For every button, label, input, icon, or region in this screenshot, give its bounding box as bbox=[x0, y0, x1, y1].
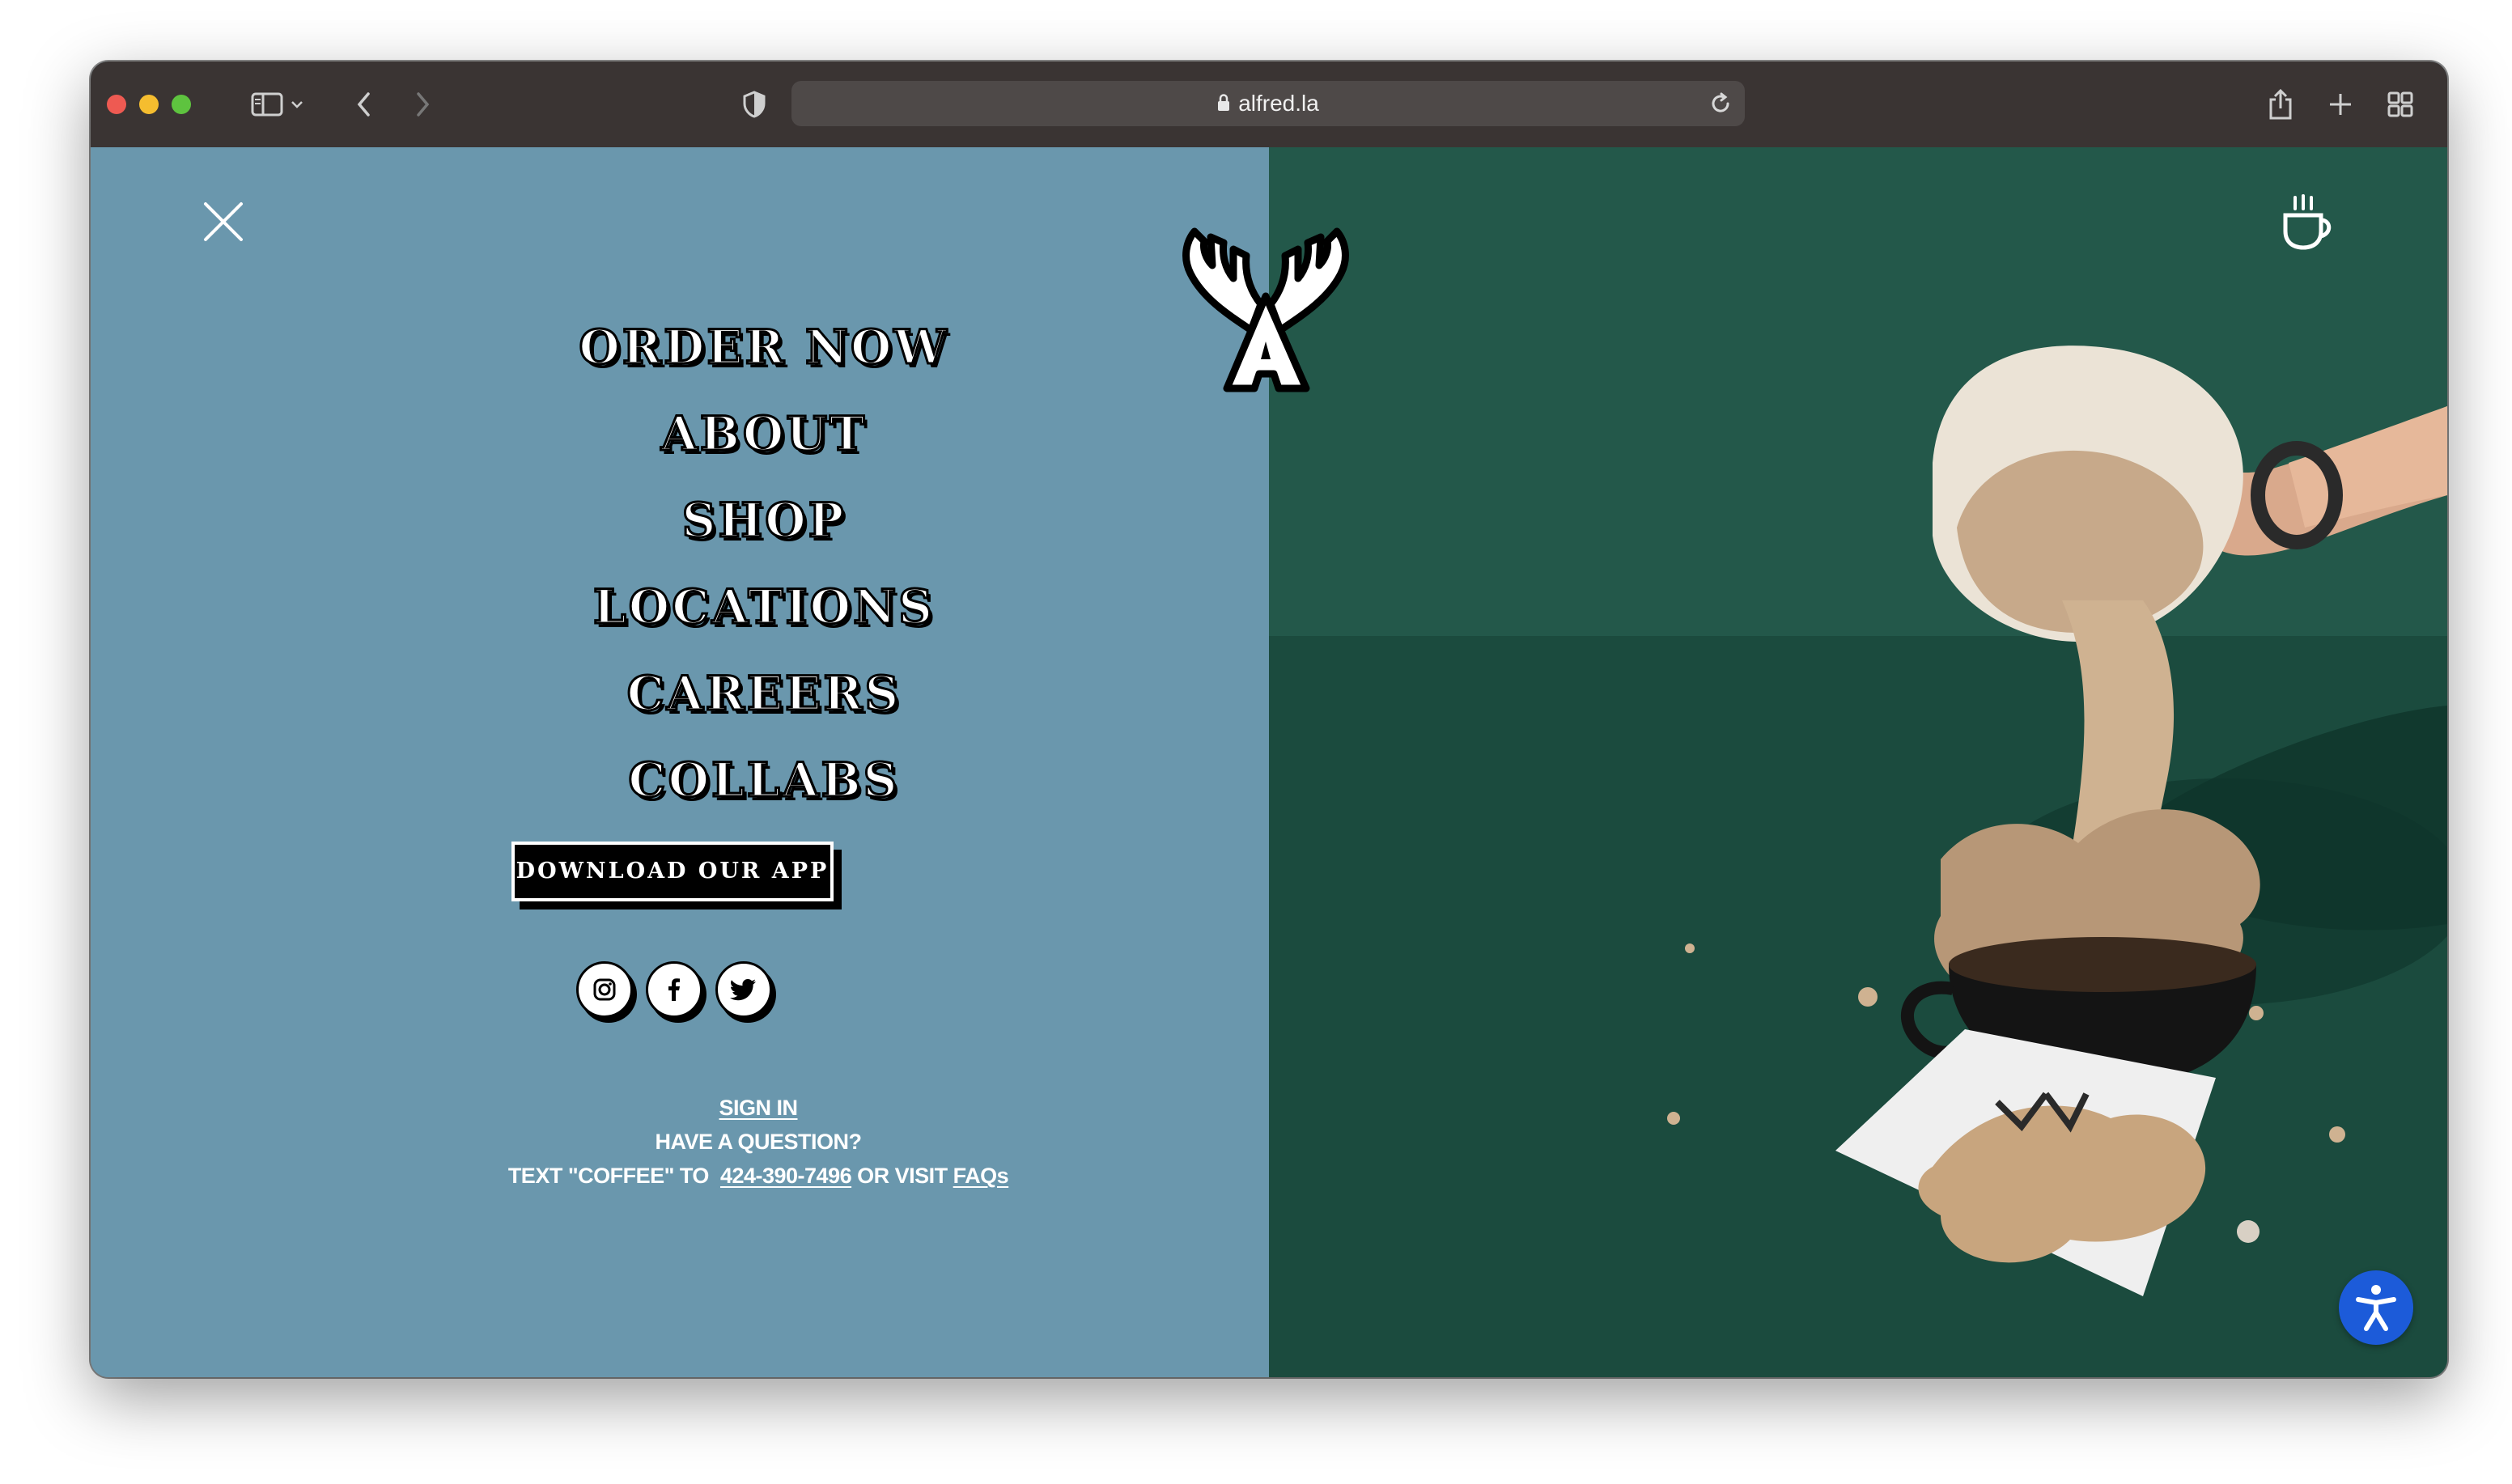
phone-link[interactable]: 424-390-7496 bbox=[720, 1164, 852, 1188]
menu-item-about[interactable]: ABOUT bbox=[660, 391, 867, 477]
shield-icon[interactable] bbox=[733, 83, 775, 125]
text-prefix: TEXT "COFFEE" TO bbox=[507, 1164, 710, 1188]
menu-item-collabs[interactable]: COLLABS bbox=[627, 737, 899, 824]
chevron-down-icon[interactable] bbox=[285, 83, 309, 125]
url-text: alfred.la bbox=[1238, 91, 1319, 116]
address-bar[interactable]: alfred.la bbox=[791, 81, 1745, 126]
menu-item-careers[interactable]: CAREERS bbox=[626, 651, 902, 737]
browser-toolbar: alfred.la bbox=[91, 61, 2447, 147]
url-display: alfred.la bbox=[791, 81, 1745, 126]
instagram-icon bbox=[593, 978, 616, 1001]
twitter-icon bbox=[730, 979, 756, 1001]
forward-icon[interactable] bbox=[401, 83, 443, 125]
share-icon[interactable] bbox=[2260, 83, 2302, 125]
window-minimize-button[interactable] bbox=[139, 95, 159, 114]
browser-window: alfred.la ORDER NOW ABOUT SHOP LOCATIONS… bbox=[91, 61, 2447, 1377]
menu-item-locations[interactable]: LOCATIONS bbox=[592, 564, 935, 651]
faqs-link[interactable]: FAQs bbox=[953, 1164, 1009, 1188]
coffee-cup-cart-icon[interactable] bbox=[2276, 191, 2337, 256]
contact-line: TEXT "COFFEE" TO 424-390-7496 OR VISIT F… bbox=[333, 1159, 1183, 1193]
close-icon[interactable] bbox=[199, 197, 248, 246]
sign-in-link[interactable]: SIGN IN bbox=[719, 1096, 798, 1120]
menu-item-shop[interactable]: SHOP bbox=[681, 477, 847, 564]
instagram-link[interactable] bbox=[576, 961, 633, 1018]
window-maximize-button[interactable] bbox=[172, 95, 191, 114]
new-tab-icon[interactable] bbox=[2319, 83, 2361, 125]
lock-icon bbox=[1218, 93, 1230, 111]
back-icon[interactable] bbox=[343, 83, 385, 125]
question-text: HAVE A QUESTION? bbox=[655, 1130, 862, 1154]
window-close-button[interactable] bbox=[107, 95, 126, 114]
alfred-antler-logo[interactable] bbox=[1170, 209, 1361, 400]
twitter-link[interactable] bbox=[715, 961, 772, 1018]
facebook-link[interactable] bbox=[646, 961, 702, 1018]
or-visit-text: OR VISIT bbox=[857, 1164, 948, 1188]
hero-photo bbox=[1269, 147, 2447, 1377]
menu-footer: SIGN IN HAVE A QUESTION? TEXT "COFFEE" T… bbox=[333, 1091, 1183, 1193]
accessibility-button[interactable] bbox=[2339, 1270, 2413, 1345]
main-menu: ORDER NOW ABOUT SHOP LOCATIONS CAREERS C… bbox=[505, 304, 1023, 824]
menu-item-order-now[interactable]: ORDER NOW bbox=[578, 304, 948, 391]
sidebar-icon[interactable] bbox=[246, 83, 288, 125]
tab-overview-icon[interactable] bbox=[2379, 83, 2421, 125]
facebook-icon bbox=[668, 978, 680, 1001]
social-links bbox=[576, 961, 772, 1018]
coffee-pour-photo bbox=[1667, 346, 2447, 1296]
accessibility-icon bbox=[2356, 1285, 2396, 1331]
download-app-button[interactable]: DOWNLOAD OUR APP bbox=[511, 842, 834, 901]
reload-icon[interactable] bbox=[1706, 89, 1735, 118]
